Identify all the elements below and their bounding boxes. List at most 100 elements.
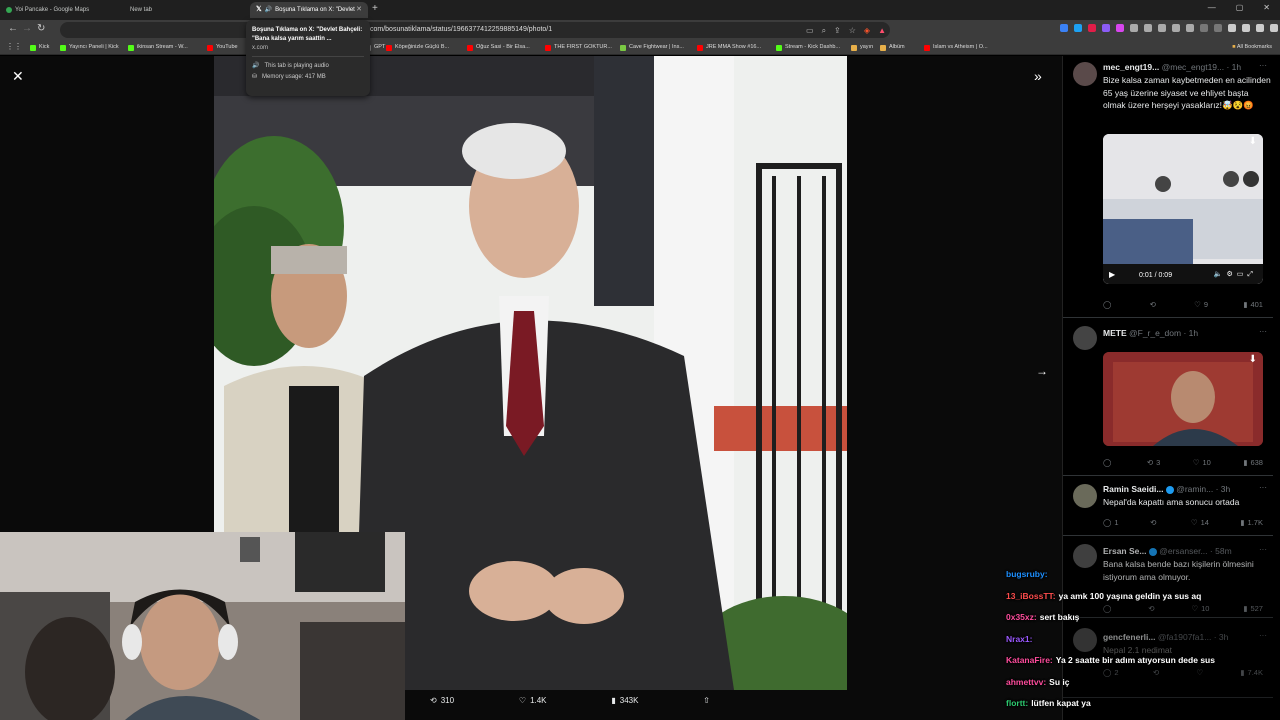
extension-icon[interactable] [1200, 24, 1208, 32]
like-button[interactable]: ♡ 9 [1194, 300, 1208, 309]
apps-grid-icon[interactable]: ⋮⋮ [6, 42, 22, 51]
chat-message: bugsruby: [1006, 564, 1280, 586]
extension-icon[interactable] [1214, 24, 1222, 32]
avatar[interactable] [1073, 484, 1097, 508]
views-button[interactable]: ▮ 638 [1243, 458, 1263, 467]
reply-tweet[interactable]: Ramin Saeidi... @ramin... · 3h ··· Nepal… [1063, 476, 1273, 536]
zoom-icon[interactable]: ⌕ [822, 23, 826, 39]
address-bar[interactable]: com/bosunatiklama/status/196637741225988… [60, 22, 890, 38]
share-icon[interactable]: ⇪ [834, 23, 841, 39]
brave-shield-icon[interactable]: ◈ [864, 23, 870, 39]
bookmark-item[interactable]: ikinsan Stream - W... [128, 42, 188, 53]
video-controls-icon[interactable]: 🔈⚙▭⤢ [1214, 270, 1257, 279]
extension-icon[interactable] [1158, 24, 1166, 32]
bookmark-label: Albüm [889, 44, 905, 50]
back-icon[interactable]: ← [8, 23, 18, 34]
like-button[interactable]: ♡ 14 [1191, 518, 1209, 527]
author-handle[interactable]: @ersanser... [1159, 546, 1207, 556]
author-handle[interactable]: @mec_engt19... [1162, 62, 1225, 72]
more-options-icon[interactable]: ··· [1259, 61, 1267, 70]
brave-rewards-icon[interactable]: ▲ [878, 23, 886, 39]
bookmark-item[interactable]: Albüm [880, 42, 905, 53]
extension-icon[interactable] [1074, 24, 1082, 32]
music-icon[interactable] [1228, 24, 1236, 32]
photo-action-bar: ⟲ 310 ♡ 1.4K ▮ 343K ⇧ [430, 696, 710, 705]
like-button[interactable]: ♡ 1.4K [519, 696, 547, 705]
close-window-icon[interactable]: ✕ [1263, 3, 1270, 12]
install-icon[interactable]: ▭ [806, 23, 814, 39]
like-count: 1.4K [530, 696, 547, 705]
bookmark-item[interactable]: Köpeğinizle Güçlü B... [386, 42, 449, 53]
bookmark-item[interactable]: yayın [851, 42, 873, 53]
download-video-icon[interactable]: ⬇ [1249, 136, 1257, 147]
author-name[interactable]: METE [1103, 328, 1127, 338]
bookmark-item[interactable]: Yayıncı Paneli | Kick [60, 42, 119, 53]
share-button[interactable]: ⇧ [703, 696, 710, 705]
avatar[interactable] [1073, 326, 1097, 350]
download-image-icon[interactable]: ⬇ [1249, 354, 1257, 365]
video-player[interactable]: ⬇ ▶ 0:01 / 0:09 🔈⚙▭⤢ [1103, 134, 1263, 284]
new-tab-button[interactable]: + [372, 3, 378, 14]
maximize-icon[interactable]: ▢ [1236, 3, 1244, 12]
retweet-button[interactable]: ⟲ [1150, 518, 1159, 527]
forward-icon[interactable]: → [22, 23, 32, 34]
profile-icon[interactable] [1270, 24, 1278, 32]
tab-x-post[interactable]: 𝕏 🔊 Boşuna Tıklama on X: "Devlet ✕ [250, 2, 368, 18]
views-button[interactable]: ▮ 401 [1243, 300, 1263, 309]
tweet-image[interactable]: ⬇ [1103, 352, 1263, 446]
extension-icon[interactable] [1144, 24, 1152, 32]
more-options-icon[interactable]: ··· [1259, 483, 1267, 492]
avatar[interactable] [1073, 62, 1097, 86]
puzzle-icon[interactable] [1130, 24, 1138, 32]
more-options-icon[interactable]: ··· [1259, 327, 1267, 336]
views-button[interactable]: ▮ 1.7K [1240, 518, 1263, 527]
bookmark-item[interactable]: Cave Fightwear | Ins... [620, 42, 684, 53]
bookmark-item[interactable]: THE FIRST GOKTUR... [545, 42, 612, 53]
author-name[interactable]: Ramin Saeidi... [1103, 484, 1163, 494]
reply-tweet[interactable]: mec_engt19... @mec_engt19... · 1h ··· Bi… [1063, 56, 1273, 318]
tab-google-maps[interactable]: Yoi Pancake - Google Maps [0, 2, 124, 18]
reply-button[interactable]: ◯ [1103, 458, 1114, 467]
extension-icon[interactable] [1186, 24, 1194, 32]
bookmark-star-icon[interactable]: ☆ [849, 23, 856, 39]
bookmark-item[interactable]: Kick [30, 42, 49, 53]
tab-new-tab[interactable]: New tab [124, 2, 248, 18]
extension-icon[interactable] [1116, 24, 1124, 32]
tweet-time: · 3h [1215, 484, 1231, 494]
retweet-button[interactable]: ⟲ 3 [1147, 458, 1160, 467]
author-handle[interactable]: @ramin... [1176, 484, 1213, 494]
sidebar-icon[interactable] [1242, 24, 1250, 32]
author-name[interactable]: mec_engt19... [1103, 62, 1159, 72]
next-photo-icon[interactable]: → [1036, 364, 1048, 378]
tab-close-icon[interactable]: ✕ [356, 2, 362, 18]
reload-icon[interactable]: ↻ [37, 23, 45, 34]
play-icon[interactable]: ▶ [1109, 270, 1115, 279]
author-handle[interactable]: @F_r_e_dom [1129, 328, 1181, 338]
download-icon[interactable] [1256, 24, 1264, 32]
bookmark-item[interactable]: JRE MMA Show #16... [697, 42, 761, 53]
minimize-icon[interactable]: — [1208, 3, 1216, 12]
bookmark-item[interactable]: Oğuz Sasi - Bir Elsa... [467, 42, 530, 53]
bookmark-item[interactable]: Islam vs Atheism | O... [924, 42, 988, 53]
extension-icon[interactable] [1088, 24, 1096, 32]
bookmark-item[interactable]: Stream - Kick Dashb... [776, 42, 840, 53]
reply-button[interactable]: ◯ 1 [1103, 518, 1119, 527]
views-button[interactable]: ▮ 343K [611, 696, 638, 705]
reply-tweet[interactable]: METE @F_r_e_dom · 1h ··· ⬇ ◯ ⟲ 3 ♡ 10 ▮ 638 [1063, 318, 1273, 476]
extension-icon[interactable] [1060, 24, 1068, 32]
extension-icon[interactable] [1102, 24, 1110, 32]
author-name[interactable]: Ersan Se... [1103, 546, 1146, 556]
retweet-button[interactable]: ⟲ 310 [430, 696, 454, 705]
bookmark-item[interactable]: YouTube [207, 42, 238, 53]
audio-icon: 🔊 [252, 63, 260, 69]
reply-button[interactable]: ◯ [1103, 300, 1114, 309]
expand-sidebar-icon[interactable]: » [1034, 68, 1042, 84]
like-button[interactable]: ♡ 10 [1193, 458, 1211, 467]
retweet-button[interactable]: ⟲ [1150, 300, 1159, 309]
all-bookmarks-folder[interactable]: ■ All Bookmarks [1232, 42, 1272, 53]
more-options-icon[interactable]: ··· [1259, 545, 1267, 554]
extension-icon[interactable] [1172, 24, 1180, 32]
close-viewer-icon[interactable]: ✕ [12, 68, 24, 85]
memory-usage: Memory usage: 417 MB [262, 74, 326, 80]
bookmark-favicon-icon [467, 44, 473, 51]
